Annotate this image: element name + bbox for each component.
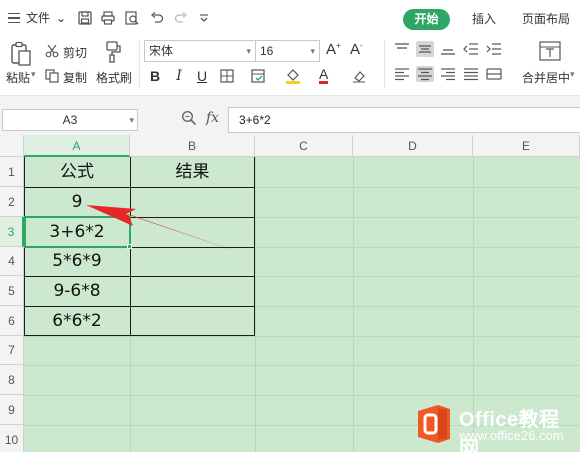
indent-increase-icon[interactable] [485, 41, 503, 57]
row-header-4[interactable]: 4 [0, 247, 24, 276]
chevron-down-icon: ▾ [246, 46, 251, 56]
row-header-5[interactable]: 5 [0, 276, 24, 306]
increase-font-icon[interactable]: A+ [326, 41, 341, 58]
ribbon: 粘贴 ▾ 剪切 复制 格式刷 宋体 ▾ 16 ▾ A+ A- B I U A 合… [0, 36, 580, 96]
gridline [24, 365, 580, 366]
cell-format-icon[interactable] [251, 69, 265, 83]
row-header-7[interactable]: 7 [0, 336, 24, 365]
chevron-down-icon: ▾ [310, 46, 315, 56]
row-header-8[interactable]: 8 [0, 365, 24, 395]
copy-button[interactable]: 复制 [63, 69, 87, 86]
align-right-icon[interactable] [439, 66, 457, 82]
cell-b1[interactable]: 结果 [130, 157, 255, 187]
office-logo-icon [418, 405, 450, 443]
column-header-d[interactable]: D [353, 135, 473, 157]
justify-icon[interactable] [462, 66, 480, 82]
indent-decrease-icon[interactable] [462, 41, 480, 57]
paste-dropdown-icon[interactable]: ▾ [31, 69, 36, 80]
name-box[interactable]: A3 ▾ [2, 109, 138, 131]
font-name-select[interactable]: 宋体 ▾ [144, 40, 256, 62]
row-header-6[interactable]: 6 [0, 306, 24, 336]
paste-icon[interactable] [10, 41, 32, 67]
menu-bar: 文件 ⌄ 开始 插入 页面布局 [0, 0, 580, 36]
gridline [353, 157, 354, 452]
align-center-icon[interactable] [416, 66, 434, 82]
cell-a6[interactable]: 6*6*2 [24, 306, 130, 336]
menu-icon[interactable] [8, 13, 20, 23]
row-header-10[interactable]: 10 [0, 425, 24, 452]
insert-function-button[interactable]: fx [206, 110, 219, 126]
align-left-icon[interactable] [393, 66, 411, 82]
underline-icon[interactable]: U [194, 67, 210, 85]
row-header-2[interactable]: 2 [0, 187, 24, 217]
tab-page-layout[interactable]: 页面布局 [522, 9, 570, 30]
merge-center-icon [539, 41, 561, 61]
column-header-e[interactable]: E [473, 135, 580, 157]
format-painter-icon [106, 41, 121, 63]
print-icon[interactable] [101, 11, 115, 25]
clear-format-icon[interactable] [352, 69, 366, 83]
align-top-icon[interactable] [393, 41, 411, 57]
redo-icon[interactable] [174, 11, 188, 25]
font-name-value: 宋体 [149, 44, 174, 58]
column-header-a[interactable]: A [24, 135, 130, 157]
align-middle-icon[interactable] [416, 41, 434, 57]
font-size-select[interactable]: 16 ▾ [255, 40, 320, 62]
borders-icon[interactable] [220, 69, 234, 83]
scissors-icon [45, 44, 59, 58]
tab-start[interactable]: 开始 [403, 9, 450, 30]
italic-icon[interactable]: I [171, 67, 187, 85]
chevron-down-icon: ▾ [129, 115, 134, 125]
select-all-corner[interactable] [0, 135, 24, 157]
active-cell-selection[interactable] [24, 216, 131, 248]
gridline [24, 336, 580, 337]
gridline [255, 157, 256, 452]
file-menu[interactable]: 文件 [26, 0, 50, 36]
customize-chevron-icon[interactable] [197, 11, 211, 25]
cell-a2[interactable]: 9 [24, 187, 130, 217]
print-preview-icon[interactable] [125, 11, 139, 25]
bold-icon[interactable]: B [147, 67, 163, 85]
merge-dropdown-icon[interactable]: ▾ [570, 69, 575, 80]
tab-insert[interactable]: 插入 [472, 9, 496, 30]
cell-a1[interactable]: 公式 [24, 157, 130, 187]
watermark-url: www.office26.com [459, 428, 564, 443]
font-color-icon[interactable]: A [319, 67, 329, 84]
paste-button[interactable]: 粘贴 [6, 69, 30, 86]
row-header-9[interactable]: 9 [0, 395, 24, 425]
row-header-3[interactable]: 3 [0, 217, 24, 247]
cell-a5[interactable]: 9-6*8 [24, 276, 130, 306]
ribbon-divider [139, 40, 140, 88]
gridline [24, 395, 580, 396]
align-bottom-icon[interactable] [439, 41, 457, 57]
decrease-font-icon[interactable]: A- [350, 41, 363, 58]
undo-icon[interactable] [150, 11, 164, 25]
row-header-1[interactable]: 1 [0, 157, 24, 187]
cut-button[interactable]: 剪切 [63, 44, 87, 61]
formula-input[interactable]: 3+6*2 [228, 107, 580, 133]
fill-color-icon[interactable] [285, 68, 301, 84]
copy-icon [45, 69, 59, 83]
fill-handle[interactable] [127, 244, 132, 249]
ribbon-divider [384, 40, 385, 88]
chevron-down-icon[interactable]: ⌄ [56, 0, 66, 36]
name-box-value: A3 [62, 113, 78, 127]
save-icon[interactable] [78, 11, 92, 25]
search-formula-icon[interactable] [181, 110, 197, 126]
merge-center-button[interactable]: 合并居中 [522, 69, 570, 86]
distribute-icon[interactable] [485, 66, 503, 82]
cell-a4[interactable]: 5*6*9 [24, 247, 130, 276]
column-header-b[interactable]: B [130, 135, 255, 157]
format-painter-button[interactable]: 格式刷 [96, 69, 132, 86]
font-size-value: 16 [260, 44, 274, 58]
column-header-c[interactable]: C [255, 135, 353, 157]
